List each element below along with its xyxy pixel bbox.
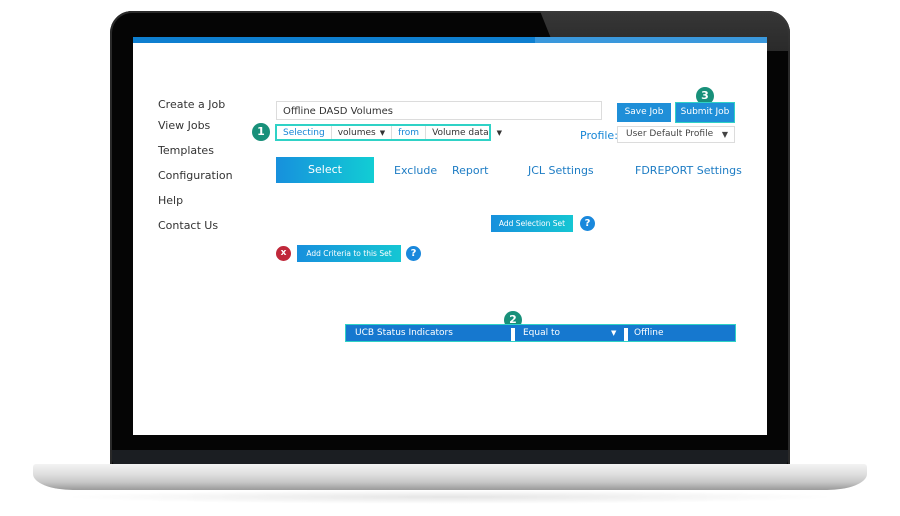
add-criteria-button[interactable]: Add Criteria to this Set xyxy=(297,245,401,262)
tab-fdreport-settings[interactable]: FDREPORT Settings xyxy=(635,164,742,177)
tab-select[interactable]: Select xyxy=(276,157,374,183)
sidebar-item-templates[interactable]: Templates xyxy=(158,144,214,157)
laptop-base xyxy=(33,464,867,490)
profile-label: Profile: xyxy=(580,129,618,142)
help-icon[interactable]: ? xyxy=(406,246,421,261)
sidebar-item-create-job[interactable]: Create a Job xyxy=(158,98,225,111)
criteria-value-input[interactable]: Offline xyxy=(634,325,664,341)
top-bar xyxy=(133,37,767,43)
laptop-shadow xyxy=(60,490,840,504)
object-value: volumes xyxy=(337,127,376,138)
criteria-row: UCB Status Indicators Equal to ▼ Offline xyxy=(345,324,736,342)
object-dropdown[interactable]: volumes ▼ xyxy=(332,126,393,139)
from-label: from xyxy=(392,126,427,139)
sidebar-item-contact-us[interactable]: Contact Us xyxy=(158,219,218,232)
sidebar-item-view-jobs[interactable]: View Jobs xyxy=(158,119,210,132)
profile-value: User Default Profile xyxy=(626,129,714,139)
tab-jcl-settings[interactable]: JCL Settings xyxy=(528,164,594,177)
profile-dropdown[interactable]: User Default Profile ▼ xyxy=(617,126,735,143)
add-selection-set-button[interactable]: Add Selection Set xyxy=(491,215,573,232)
criteria-field-dropdown[interactable]: UCB Status Indicators xyxy=(355,325,453,341)
callout-badge-1: 1 xyxy=(252,123,270,141)
divider xyxy=(624,328,628,341)
selection-statement: Selecting volumes ▼ from Volume data ▼ xyxy=(275,124,502,141)
source-dropdown[interactable]: Volume data ▼ xyxy=(426,126,508,139)
tab-report[interactable]: Report xyxy=(452,164,488,177)
sidebar-item-configuration[interactable]: Configuration xyxy=(158,169,233,182)
app-screen: Create a Job View Jobs Templates Configu… xyxy=(133,37,767,435)
criteria-operator-dropdown[interactable]: Equal to xyxy=(523,325,560,341)
chevron-down-icon: ▼ xyxy=(379,128,386,137)
save-job-button[interactable]: Save Job xyxy=(617,103,671,122)
divider xyxy=(511,328,515,341)
help-icon[interactable]: ? xyxy=(580,216,595,231)
chevron-down-icon: ▼ xyxy=(611,329,617,337)
source-value: Volume data xyxy=(432,127,489,138)
selecting-label: Selecting xyxy=(277,126,332,139)
sidebar-item-help[interactable]: Help xyxy=(158,194,183,207)
job-name-input[interactable]: Offline DASD Volumes xyxy=(276,101,602,120)
chevron-down-icon: ▼ xyxy=(721,130,728,139)
chevron-down-icon: ▼ xyxy=(496,128,503,137)
tab-exclude[interactable]: Exclude xyxy=(394,164,437,177)
remove-set-icon[interactable]: x xyxy=(276,246,291,261)
submit-job-button[interactable]: Submit Job xyxy=(675,102,735,123)
